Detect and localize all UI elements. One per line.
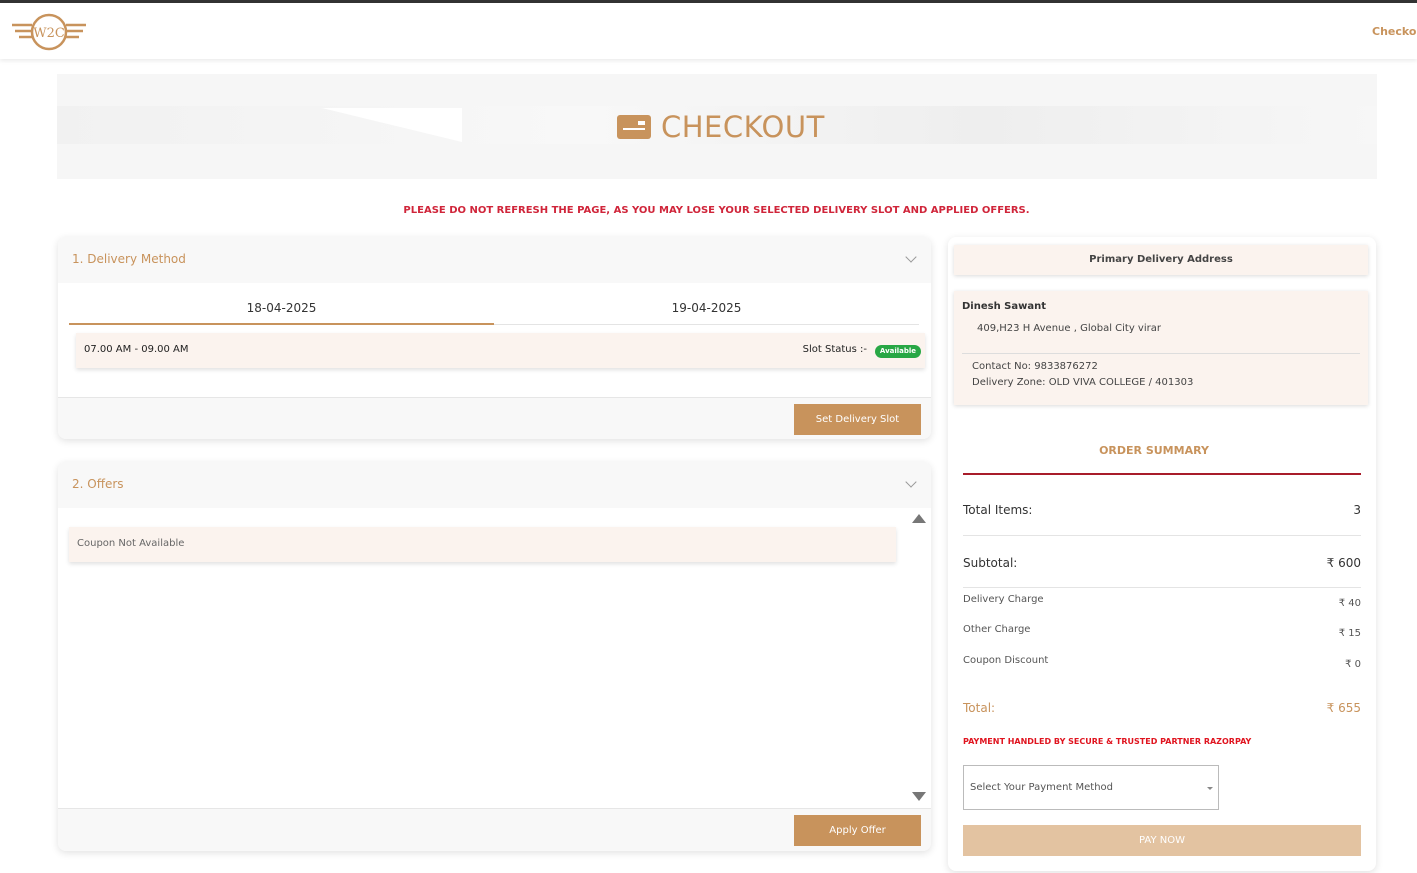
delivery-method-title: 1. Delivery Method: [72, 252, 186, 266]
apply-offer-button[interactable]: Apply Offer: [794, 815, 921, 846]
other-charge-row: Other Charge ₹ 15: [963, 624, 1361, 639]
total-value: ₹ 655: [1326, 701, 1361, 715]
w2c-logo[interactable]: W2C: [10, 11, 88, 53]
address-name: Dinesh Sawant: [962, 301, 1047, 312]
payment-method-placeholder: Select Your Payment Method: [970, 782, 1114, 793]
summary-divider: [963, 587, 1361, 588]
delivery-charge-row: Delivery Charge ₹ 40: [963, 594, 1361, 609]
payment-security-note: PAYMENT HANDLED BY SECURE & TRUSTED PART…: [963, 737, 1252, 746]
total-label: Total:: [963, 701, 996, 715]
delivery-slot-option[interactable]: 07.00 AM - 09.00 AM Slot Status :- Avail…: [76, 333, 925, 368]
date-tab-2[interactable]: 19-04-2025: [494, 301, 919, 315]
order-summary-title: ORDER SUMMARY: [1099, 444, 1209, 457]
other-charge-label: Other Charge: [963, 624, 1031, 635]
summary-divider: [963, 535, 1361, 536]
primary-address-card: Dinesh Sawant 409,H23 H Avenue , Global …: [954, 291, 1368, 405]
order-summary-divider: [963, 473, 1361, 475]
payment-method-select[interactable]: Select Your Payment Method: [963, 765, 1219, 810]
coupon-discount-label: Coupon Discount: [963, 655, 1049, 666]
total-items-value: 3: [1353, 503, 1361, 517]
chevron-down-icon[interactable]: [905, 476, 917, 488]
slot-status-label: Slot Status :-: [802, 344, 867, 355]
scroll-up-arrow-icon[interactable]: [912, 514, 926, 523]
address-divider: [962, 353, 1360, 354]
page-title-text: CHECKOUT: [661, 110, 825, 144]
delivery-charge-label: Delivery Charge: [963, 594, 1044, 605]
slot-status-badge: Available: [875, 345, 921, 358]
subtotal-row: Subtotal: ₹ 600: [963, 556, 1361, 570]
offers-card: 2. Offers Coupon Not Available Apply Off…: [58, 462, 931, 851]
offers-header[interactable]: 2. Offers: [58, 462, 931, 508]
coupon-list-item: Coupon Not Available: [69, 527, 896, 562]
address-contact: Contact No: 9833876272: [972, 361, 1098, 372]
coupon-message: Coupon Not Available: [77, 538, 185, 549]
dropdown-caret-icon: [1207, 787, 1213, 790]
subtotal-label: Subtotal:: [963, 556, 1018, 570]
coupon-discount-value: ₹ 0: [1345, 659, 1361, 670]
coupon-discount-row: Coupon Discount ₹ 0: [963, 655, 1361, 670]
order-summary-panel: Primary Delivery Address Dinesh Sawant 4…: [948, 237, 1376, 871]
offers-title: 2. Offers: [72, 477, 124, 491]
navbar: W2C Checkout: [0, 3, 1417, 59]
chevron-down-icon[interactable]: [905, 251, 917, 263]
delivery-charge-value: ₹ 40: [1338, 598, 1361, 609]
page-title: CHECKOUT: [617, 110, 825, 144]
nav-checkout-link[interactable]: Checkout: [1372, 25, 1417, 38]
delivery-method-header[interactable]: 1. Delivery Method: [58, 237, 931, 283]
delivery-card-footer: Set Delivery Slot: [58, 397, 931, 439]
address-line: 409,H23 H Avenue , Global City virar: [977, 323, 1161, 334]
total-row: Total: ₹ 655: [963, 701, 1361, 715]
total-items-label: Total Items:: [963, 503, 1033, 517]
scroll-down-arrow-icon[interactable]: [912, 792, 926, 801]
card-icon: [617, 115, 651, 139]
svg-text:W2C: W2C: [33, 26, 65, 41]
slot-time: 07.00 AM - 09.00 AM: [84, 344, 189, 355]
refresh-warning: PLEASE DO NOT REFRESH THE PAGE, AS YOU M…: [403, 205, 1030, 216]
date-tab-1[interactable]: 18-04-2025: [69, 301, 494, 315]
active-date-indicator: [69, 323, 494, 325]
address-heading: Primary Delivery Address: [954, 245, 1368, 275]
delivery-method-card: 1. Delivery Method 18-04-2025 19-04-2025…: [58, 237, 931, 439]
hero-decoration: [322, 108, 462, 142]
address-delivery-zone: Delivery Zone: OLD VIVA COLLEGE / 401303: [972, 377, 1194, 388]
set-delivery-slot-button[interactable]: Set Delivery Slot: [794, 404, 921, 435]
total-items-row: Total Items: 3: [963, 503, 1361, 517]
offers-card-footer: Apply Offer: [58, 808, 931, 851]
checkout-hero-banner: CHECKOUT: [57, 74, 1377, 179]
pay-now-button[interactable]: PAY NOW: [963, 825, 1361, 856]
other-charge-value: ₹ 15: [1338, 628, 1361, 639]
subtotal-value: ₹ 600: [1326, 556, 1361, 570]
